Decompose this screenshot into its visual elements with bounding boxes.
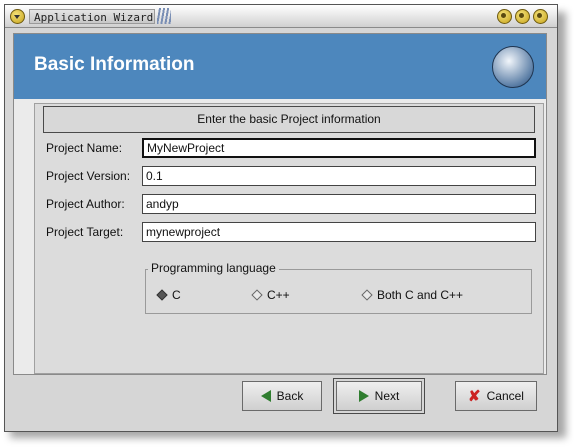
close-icon[interactable]	[533, 9, 548, 24]
programming-language-group: Programming language C C++ Both C and C+…	[145, 261, 532, 314]
project-author-input[interactable]	[142, 194, 536, 214]
title-bar[interactable]: Application Wizard	[5, 5, 557, 28]
back-arrow-icon	[260, 390, 271, 402]
project-author-label: Project Author:	[46, 197, 125, 211]
project-version-input[interactable]	[142, 166, 536, 186]
page-title: Basic Information	[34, 54, 195, 75]
next-arrow-icon	[358, 390, 369, 402]
project-target-input[interactable]	[142, 222, 536, 242]
project-name-label: Project Name:	[46, 141, 123, 155]
project-version-label: Project Version:	[46, 169, 131, 183]
radio-indicator-icon	[361, 289, 373, 301]
instruction-banner: Enter the basic Project information	[43, 106, 535, 133]
radio-both[interactable]: Both C and C++	[361, 288, 464, 302]
radio-indicator-icon	[156, 289, 168, 301]
application-wizard-window: Application Wizard Basic Information Ent…	[4, 4, 558, 432]
maximize-icon[interactable]	[515, 9, 530, 24]
radio-both-label: Both C and C++	[377, 288, 464, 302]
form-panel: Enter the basic Project information Proj…	[34, 103, 544, 374]
radio-indicator-icon	[251, 289, 263, 301]
cancel-button-label: Cancel	[486, 389, 524, 403]
cancel-button[interactable]: ✘ Cancel	[455, 381, 537, 411]
next-button-label: Next	[374, 389, 400, 403]
window-title: Application Wizard	[29, 9, 155, 24]
radio-c-label: C	[172, 288, 181, 302]
cancel-x-icon: ✘	[468, 387, 481, 405]
titlebar-grip-icon	[157, 8, 171, 24]
back-button-label: Back	[276, 389, 304, 403]
radio-cpp-label: C++	[267, 288, 290, 302]
project-target-label: Project Target:	[46, 225, 124, 239]
kdevelop-logo-icon	[492, 46, 534, 88]
back-button[interactable]: Back	[242, 381, 322, 411]
wizard-page: Basic Information Enter the basic Projec…	[13, 33, 547, 375]
programming-language-title: Programming language	[148, 261, 279, 275]
next-button[interactable]: Next	[333, 378, 425, 414]
radio-cpp[interactable]: C++	[251, 288, 290, 302]
minimize-icon[interactable]	[497, 9, 512, 24]
window-menu-icon[interactable]	[10, 9, 25, 24]
project-name-input[interactable]	[142, 138, 536, 158]
wizard-header: Basic Information	[14, 34, 546, 99]
radio-c[interactable]: C	[156, 288, 181, 302]
